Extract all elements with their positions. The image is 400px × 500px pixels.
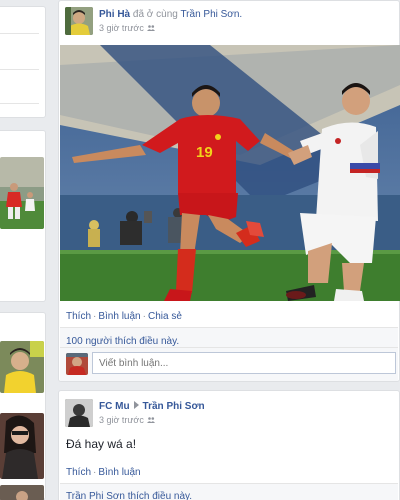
- arrow-right-icon: [133, 401, 139, 409]
- viewer-avatar-image: [66, 353, 88, 375]
- comment-input[interactable]: [92, 352, 396, 374]
- left-card-friends: [0, 312, 46, 500]
- photo-thumbnail[interactable]: [0, 157, 44, 229]
- story-title: FC Mu Trần Phi Sơn: [99, 401, 205, 412]
- friend-thumbnail[interactable]: [0, 485, 44, 500]
- friend-thumbnail[interactable]: [0, 413, 44, 479]
- likes-row: 100 người thích điều này.: [60, 327, 398, 347]
- avatar[interactable]: [65, 399, 93, 427]
- story-actions: Thích · Bình luận: [66, 467, 141, 478]
- avatar-image: [65, 399, 93, 427]
- story-action-text: đã ở cùng: [132, 9, 178, 20]
- story-header: Phi Hà đã ở cùng Trần Phi Sơn. 3 giờ trư…: [65, 7, 393, 35]
- left-card-photos: [0, 130, 46, 302]
- story-header: FC Mu Trần Phi Sơn 3 giờ trước: [65, 399, 393, 427]
- comment-link[interactable]: Bình luận: [98, 467, 140, 478]
- feed-story-photo: Phi Hà đã ở cùng Trần Phi Sơn. 3 giờ trư…: [58, 0, 400, 382]
- friend-photo-image: [0, 485, 44, 500]
- likes-summary[interactable]: Trần Phi Sơn thích điều này.: [66, 491, 192, 500]
- post-text: Đá hay wá a!: [66, 437, 137, 451]
- divider: [0, 103, 39, 104]
- friend-photo-image: [0, 413, 44, 479]
- like-link[interactable]: Thích: [66, 311, 91, 322]
- story-actions: Thích · Bình luận · Chia sẻ: [66, 311, 182, 322]
- likes-count[interactable]: 100 người thích điều này.: [66, 336, 179, 347]
- football-match-photo: 19: [60, 45, 400, 301]
- tagged-friend-link[interactable]: Trần Phi Sơn.: [180, 9, 242, 20]
- avatar[interactable]: [65, 7, 93, 35]
- story-title: Phi Hà đã ở cùng Trần Phi Sơn.: [99, 9, 242, 20]
- comment-link[interactable]: Bình luận: [98, 311, 140, 322]
- friends-audience-icon: [146, 415, 155, 423]
- left-card-top: [0, 6, 46, 118]
- timestamp[interactable]: 3 giờ trước: [99, 415, 144, 425]
- avatar-image: [65, 7, 93, 35]
- divider: [0, 69, 39, 70]
- football-thumbnail-image: [0, 157, 44, 229]
- like-link[interactable]: Thích: [66, 467, 91, 478]
- target-profile-link[interactable]: Trần Phi Sơn: [143, 401, 205, 412]
- friend-thumbnail[interactable]: [0, 341, 44, 393]
- story-meta: 3 giờ trước: [99, 23, 155, 33]
- comment-composer: [60, 347, 398, 381]
- viewer-avatar: [66, 353, 88, 375]
- post-photo[interactable]: 19: [60, 45, 400, 301]
- jersey-number: 19: [196, 144, 213, 161]
- left-column: [0, 0, 46, 500]
- feed-story-wall-post: FC Mu Trần Phi Sơn 3 giờ trước Đá hay wá …: [58, 390, 400, 500]
- author-link[interactable]: Phi Hà: [99, 9, 130, 20]
- author-link[interactable]: FC Mu: [99, 401, 130, 412]
- likes-row: Trần Phi Sơn thích điều này.: [60, 483, 398, 500]
- story-meta: 3 giờ trước: [99, 415, 155, 425]
- share-link[interactable]: Chia sẻ: [148, 311, 182, 322]
- divider: [0, 33, 39, 34]
- friend-photo-image: [0, 341, 44, 393]
- friends-audience-icon: [146, 23, 155, 31]
- timestamp[interactable]: 3 giờ trước: [99, 23, 144, 33]
